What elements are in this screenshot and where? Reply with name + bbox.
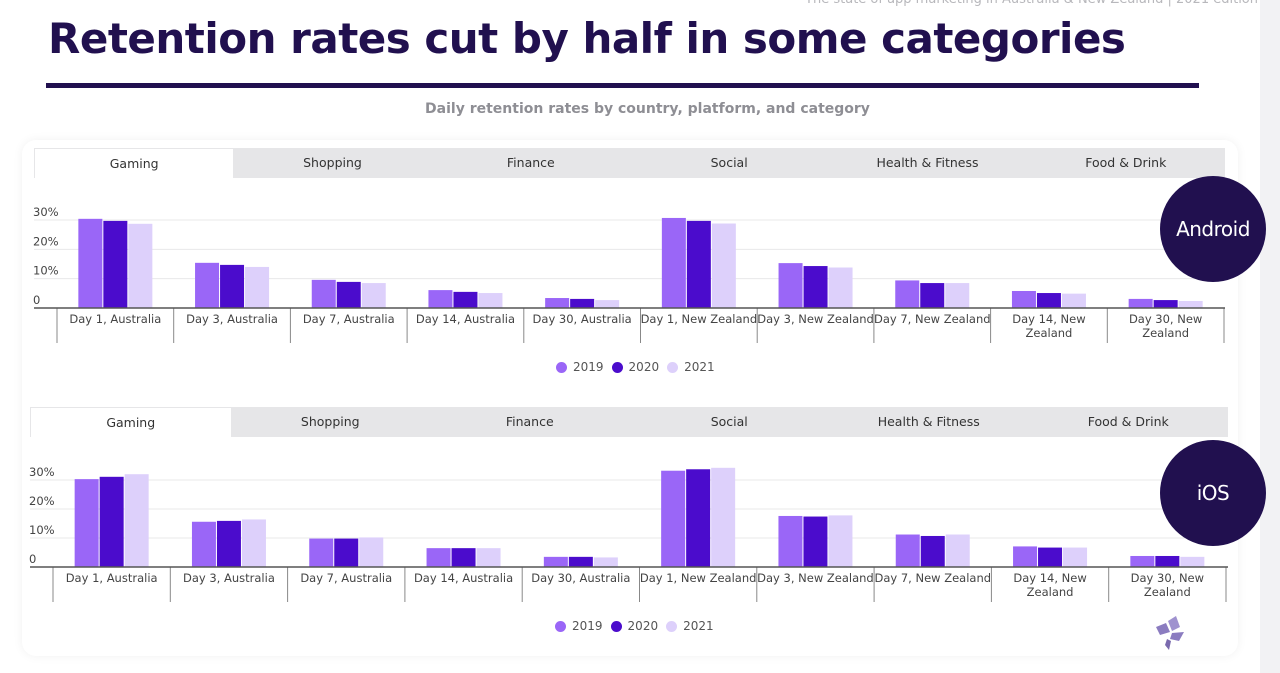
legend-item-2020[interactable]: 2020 [611, 360, 660, 374]
edition-caption: The state of app marketing in Australia … [805, 0, 1258, 7]
tab-health-fitness[interactable]: Health & Fitness [829, 407, 1029, 437]
tab-finance[interactable]: Finance [432, 148, 630, 178]
legend-item-2021[interactable]: 2021 [666, 619, 714, 633]
legend-label: 2020 [628, 360, 660, 374]
tab-health-fitness[interactable]: Health & Fitness [828, 148, 1026, 178]
brand-logo-icon [1156, 616, 1184, 650]
legend-swatch [555, 620, 566, 632]
legend-swatch [610, 620, 622, 632]
legend-item-2020[interactable]: 2020 [610, 619, 659, 633]
legend-label: 2019 [572, 619, 603, 633]
chart-card [22, 140, 1238, 656]
tab-food-drink[interactable]: Food & Drink [1029, 407, 1229, 437]
tab-social[interactable]: Social [630, 407, 830, 437]
legend-ios: 2019 2020 2021 [555, 619, 714, 633]
tab-shopping[interactable]: Shopping [233, 148, 431, 178]
legend-label: 2020 [627, 619, 659, 633]
legend-swatch [666, 620, 678, 632]
legend-label: 2021 [683, 619, 714, 633]
legend-swatch [611, 361, 623, 373]
legend-android: 2019 2020 2021 [556, 360, 715, 374]
legend-swatch [667, 361, 679, 373]
chart-subtitle: Daily retention rates by country, platfo… [425, 101, 870, 117]
title-divider [46, 83, 1199, 88]
tab-gaming[interactable]: Gaming [30, 407, 231, 437]
page-title: Retention rates cut by half in some cate… [48, 14, 1126, 63]
page: The state of app marketing in Australia … [0, 0, 1280, 673]
legend-item-2019[interactable]: 2019 [556, 360, 604, 374]
legend-label: 2021 [684, 360, 715, 374]
legend-swatch [556, 361, 567, 373]
android-badge: Android [1160, 176, 1266, 282]
tab-food-drink[interactable]: Food & Drink [1027, 148, 1225, 178]
legend-item-2021[interactable]: 2021 [667, 360, 715, 374]
tab-gaming[interactable]: Gaming [34, 148, 234, 178]
category-tabs-android: Gaming Shopping Finance Social Health & Fitn… [34, 148, 1225, 178]
legend-label: 2019 [573, 360, 604, 374]
tab-finance[interactable]: Finance [430, 407, 630, 437]
ios-badge: iOS [1160, 440, 1266, 546]
tab-social[interactable]: Social [630, 148, 828, 178]
legend-item-2019[interactable]: 2019 [555, 619, 603, 633]
tab-shopping[interactable]: Shopping [231, 407, 431, 437]
category-tabs-ios: Gaming Shopping Finance Social Health & Fitn… [30, 407, 1228, 437]
